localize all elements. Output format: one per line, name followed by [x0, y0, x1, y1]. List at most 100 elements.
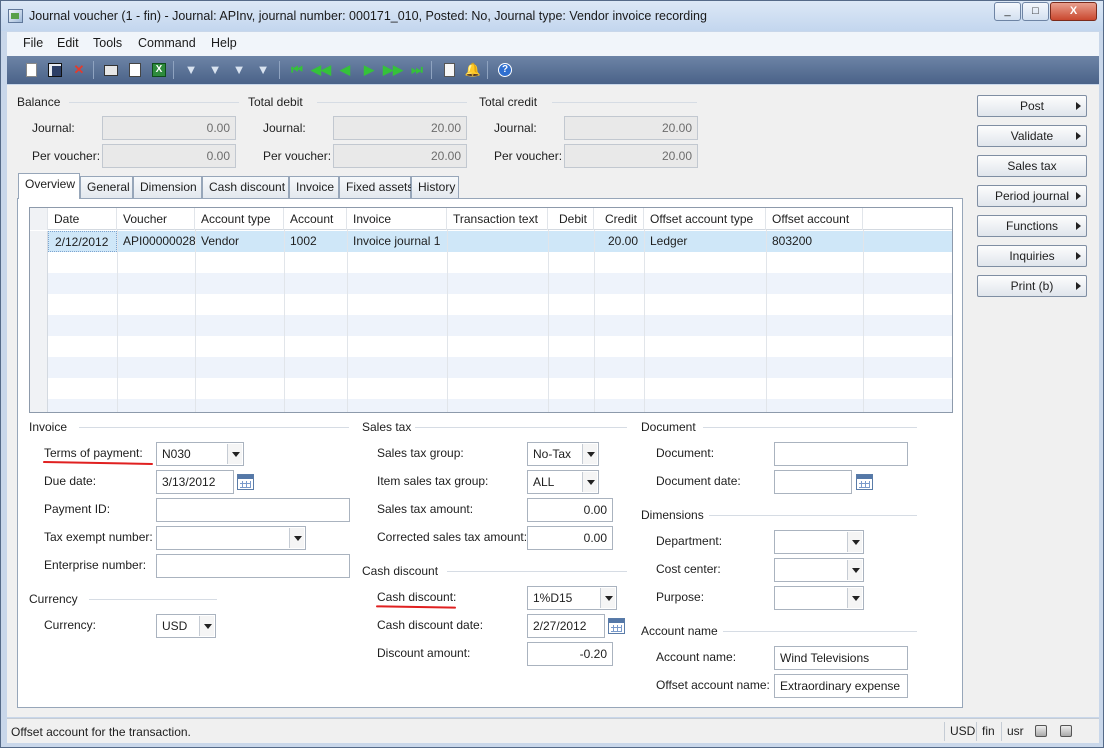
print-icon[interactable]: [103, 62, 119, 78]
due-date-field[interactable]: 3/13/2012: [156, 470, 234, 494]
cell-account[interactable]: 1002: [284, 231, 347, 252]
next-record-icon[interactable]: ▶: [361, 62, 377, 78]
status-company[interactable]: fin: [976, 722, 1000, 741]
advanced-filter-icon[interactable]: ▼: [231, 62, 247, 78]
last-record-icon[interactable]: ⏭: [409, 62, 425, 78]
row-header[interactable]: [30, 336, 48, 357]
sales-tax-button[interactable]: Sales tax: [977, 155, 1087, 177]
menu-help[interactable]: Help: [211, 36, 237, 50]
chevron-down-icon[interactable]: [289, 528, 304, 548]
debit-per-voucher-field[interactable]: 20.00: [333, 144, 467, 168]
credit-journal-field[interactable]: 20.00: [564, 116, 698, 140]
row-header[interactable]: [30, 273, 48, 294]
document-date-field[interactable]: [774, 470, 852, 494]
cell-credit[interactable]: 20.00: [594, 231, 644, 252]
print-button[interactable]: Print (b): [977, 275, 1087, 297]
document-handling-icon[interactable]: [441, 62, 457, 78]
tab-cash-discount[interactable]: Cash discount: [202, 176, 289, 198]
chevron-down-icon[interactable]: [199, 616, 214, 636]
alert-icon[interactable]: 🔔: [465, 62, 481, 78]
table-row[interactable]: [30, 273, 952, 294]
tab-history[interactable]: History: [411, 176, 459, 198]
chevron-down-icon[interactable]: [582, 444, 597, 464]
new-icon[interactable]: [23, 62, 39, 78]
sales-tax-group-dropdown[interactable]: No-Tax: [527, 442, 599, 466]
column-header-account[interactable]: Account: [284, 208, 347, 230]
discount-amount-field[interactable]: -0.20: [527, 642, 613, 666]
status-currency[interactable]: USD: [944, 722, 980, 741]
post-button[interactable]: Post: [977, 95, 1087, 117]
calendar-icon[interactable]: [856, 474, 873, 490]
balance-per-voucher-field[interactable]: 0.00: [102, 144, 236, 168]
item-sales-tax-group-dropdown[interactable]: ALL: [527, 470, 599, 494]
calendar-icon[interactable]: [237, 474, 254, 490]
column-header-voucher[interactable]: Voucher: [117, 208, 195, 230]
menu-edit[interactable]: Edit: [57, 36, 79, 50]
column-header-credit[interactable]: Credit: [594, 208, 644, 230]
filter-by-grid-icon[interactable]: ▼: [207, 62, 223, 78]
currency-dropdown[interactable]: USD: [156, 614, 216, 638]
cell-debit[interactable]: [548, 231, 594, 252]
column-header-invoice[interactable]: Invoice: [347, 208, 447, 230]
table-row[interactable]: [30, 315, 952, 336]
remove-filter-icon[interactable]: ▼: [255, 62, 271, 78]
column-header-account-type[interactable]: Account type: [195, 208, 284, 230]
row-header[interactable]: [30, 357, 48, 378]
cell-offset-account-type[interactable]: Ledger: [644, 231, 766, 252]
table-row[interactable]: 2/12/2012 API00000028 Vendor 1002 Invoic…: [30, 231, 952, 252]
table-row[interactable]: [30, 336, 952, 357]
table-row[interactable]: [30, 378, 952, 399]
chevron-down-icon[interactable]: [227, 444, 242, 464]
filter-by-selection-icon[interactable]: ▼: [183, 62, 199, 78]
tab-invoice[interactable]: Invoice: [289, 176, 339, 198]
table-row[interactable]: [30, 399, 952, 412]
cell-transaction-text[interactable]: [447, 231, 548, 252]
row-header[interactable]: [30, 315, 48, 336]
minimize-button[interactable]: _: [994, 2, 1021, 21]
account-name-field[interactable]: Wind Televisions: [774, 646, 908, 670]
delete-icon[interactable]: ✕: [71, 62, 87, 78]
chevron-down-icon[interactable]: [847, 588, 862, 608]
cylinder-icon[interactable]: [1060, 725, 1072, 737]
row-header[interactable]: [30, 252, 48, 273]
row-header[interactable]: [30, 231, 48, 252]
maximize-button[interactable]: □: [1022, 2, 1049, 21]
column-header-offset-account[interactable]: Offset account: [766, 208, 863, 230]
close-button[interactable]: X: [1050, 2, 1097, 21]
cash-discount-dropdown[interactable]: 1%D15: [527, 586, 617, 610]
tab-dimension[interactable]: Dimension: [133, 176, 202, 198]
help-icon[interactable]: ?: [497, 62, 513, 78]
cell-date[interactable]: 2/12/2012: [48, 231, 117, 252]
cash-discount-date-field[interactable]: 2/27/2012: [527, 614, 605, 638]
journal-lines-grid[interactable]: Date Voucher Account type Account Invoic…: [29, 207, 953, 413]
validate-button[interactable]: Validate: [977, 125, 1087, 147]
cost-center-dropdown[interactable]: [774, 558, 864, 582]
tax-exempt-number-dropdown[interactable]: [156, 526, 306, 550]
cell-offset-account[interactable]: 803200: [766, 231, 863, 252]
save-icon[interactable]: [47, 62, 63, 78]
tab-general[interactable]: General: [80, 176, 133, 198]
cell-invoice[interactable]: Invoice journal 1: [347, 231, 447, 252]
column-header-offset-account-type[interactable]: Offset account type: [644, 208, 766, 230]
debit-journal-field[interactable]: 20.00: [333, 116, 467, 140]
enterprise-number-field[interactable]: [156, 554, 350, 578]
offset-account-name-field[interactable]: Extraordinary expense: [774, 674, 908, 698]
sales-tax-amount-field[interactable]: 0.00: [527, 498, 613, 522]
department-dropdown[interactable]: [774, 530, 864, 554]
chevron-down-icon[interactable]: [847, 560, 862, 580]
document-field[interactable]: [774, 442, 908, 466]
chevron-down-icon[interactable]: [582, 472, 597, 492]
row-header[interactable]: [30, 399, 48, 412]
next-page-icon[interactable]: ▶▶: [383, 62, 403, 78]
table-row[interactable]: [30, 357, 952, 378]
period-journal-button[interactable]: Period journal: [977, 185, 1087, 207]
credit-per-voucher-field[interactable]: 20.00: [564, 144, 698, 168]
tab-fixed-assets[interactable]: Fixed assets: [339, 176, 413, 198]
first-record-icon[interactable]: ⏮: [289, 62, 305, 78]
balance-journal-field[interactable]: 0.00: [102, 116, 236, 140]
inquiries-button[interactable]: Inquiries: [977, 245, 1087, 267]
menu-command[interactable]: Command: [138, 36, 196, 50]
corrected-sales-tax-amount-field[interactable]: 0.00: [527, 526, 613, 550]
functions-button[interactable]: Functions: [977, 215, 1087, 237]
terms-of-payment-dropdown[interactable]: N030: [156, 442, 244, 466]
